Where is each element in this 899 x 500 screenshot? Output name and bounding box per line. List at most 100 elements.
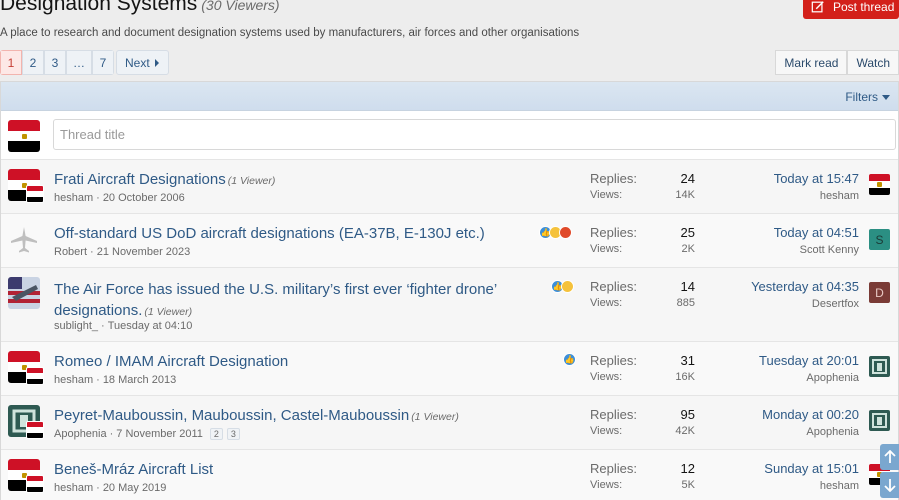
views-count: 14K bbox=[675, 189, 695, 201]
last-post-user[interactable]: Scott Kenny bbox=[774, 244, 859, 256]
post-thread-label: Post thread bbox=[833, 0, 895, 14]
post-thread-button[interactable]: Post thread bbox=[803, 0, 899, 19]
scroll-bottom-button[interactable] bbox=[880, 472, 899, 498]
last-poster-avatar[interactable]: D bbox=[869, 282, 890, 303]
views-label: Views: bbox=[590, 243, 623, 255]
thread-date[interactable]: Tuesday at 04:10 bbox=[108, 320, 193, 332]
page-links: 1 2 3 … 7 bbox=[0, 50, 114, 75]
last-post-time[interactable]: Today at 15:47 bbox=[774, 171, 859, 186]
thread-author[interactable]: hesham bbox=[54, 482, 93, 494]
last-post-time[interactable]: Today at 04:51 bbox=[774, 225, 859, 240]
last-poster-avatar[interactable] bbox=[869, 410, 890, 431]
thread-author[interactable]: Apophenia bbox=[54, 428, 107, 440]
aircraft-icon bbox=[8, 224, 40, 256]
last-post-time[interactable]: Yesterday at 04:35 bbox=[751, 279, 859, 294]
watch-button[interactable]: Watch bbox=[847, 50, 899, 75]
thread-title-input[interactable] bbox=[53, 119, 896, 150]
filters-label: Filters bbox=[845, 90, 878, 104]
last-post-user[interactable]: Desertfox bbox=[751, 298, 859, 310]
thread-date[interactable]: 20 October 2006 bbox=[103, 192, 185, 204]
page-link-7[interactable]: 7 bbox=[92, 50, 114, 75]
last-post-info: Yesterday at 04:35 Desertfox bbox=[751, 279, 859, 310]
thread-viewers: (1 Viewer) bbox=[227, 175, 276, 187]
views-label: Views: bbox=[590, 479, 623, 491]
thread-date[interactable]: 20 May 2019 bbox=[103, 482, 167, 494]
views-count: 42K bbox=[675, 425, 695, 437]
last-post-time[interactable]: Monday at 00:20 bbox=[762, 407, 859, 422]
last-post-time[interactable]: Tuesday at 20:01 bbox=[759, 353, 859, 368]
page-link-3[interactable]: 3 bbox=[44, 50, 66, 75]
table-row[interactable]: Beneš-Mráz Aircraft List hesham · 20 May 2… bbox=[1, 450, 898, 500]
thread-title-link[interactable]: Frati Aircraft Designations (1 Viewer) bbox=[54, 171, 275, 188]
reaction-summary[interactable]: 👍 bbox=[551, 280, 574, 293]
last-post-info: Today at 15:47 hesham bbox=[774, 171, 859, 202]
forum-title-text: Designation Systems bbox=[0, 0, 198, 15]
thread-title-link[interactable]: The Air Force has issued the U.S. milita… bbox=[54, 279, 497, 323]
views-label: Views: bbox=[590, 371, 623, 383]
thread-author[interactable]: hesham bbox=[54, 192, 93, 204]
last-post-user[interactable]: Apophenia bbox=[762, 426, 859, 438]
last-poster-avatar[interactable] bbox=[869, 174, 890, 195]
last-poster-mini-avatar bbox=[26, 185, 44, 203]
replies-count: 24 bbox=[680, 171, 695, 186]
last-post-user[interactable]: Apophenia bbox=[759, 372, 859, 384]
forum-actions: Mark read Watch bbox=[775, 50, 899, 75]
thread-title-link[interactable]: Peyret-Mauboussin, Mauboussin, Castel-Ma… bbox=[54, 407, 459, 424]
last-poster-avatar[interactable]: S bbox=[869, 229, 890, 250]
last-post-info: Monday at 00:20 Apophenia bbox=[762, 407, 859, 438]
replies-label: Replies: bbox=[590, 461, 637, 476]
thread-title: Beneš-Mráz Aircraft List bbox=[54, 461, 214, 478]
page-link-1[interactable]: 1 bbox=[0, 50, 22, 75]
table-row[interactable]: Romeo / IMAM Aircraft Designation hesham… bbox=[1, 342, 898, 396]
reaction-summary[interactable]: 👍 bbox=[539, 226, 572, 239]
thread-page-link[interactable]: 3 bbox=[226, 428, 240, 440]
last-post-user[interactable]: hesham bbox=[774, 190, 859, 202]
table-row[interactable]: Off-standard US DoD aircraft designation… bbox=[1, 214, 898, 268]
thread-title-link[interactable]: Romeo / IMAM Aircraft Designation bbox=[54, 353, 288, 370]
thread-meta: hesham · 20 October 2006 bbox=[54, 192, 185, 204]
page-link-2[interactable]: 2 bbox=[22, 50, 44, 75]
thread-author[interactable]: sublight_ bbox=[54, 320, 98, 332]
viewer-count: (30 Viewers) bbox=[201, 0, 280, 13]
views-count: 5K bbox=[681, 479, 695, 491]
mark-read-button[interactable]: Mark read bbox=[775, 50, 848, 75]
replies-label: Replies: bbox=[590, 225, 637, 240]
replies-count: 95 bbox=[680, 407, 695, 422]
thread-stats: Replies: 31 Views: 16K bbox=[590, 353, 695, 383]
thread-page-link[interactable]: 2 bbox=[209, 428, 223, 440]
last-poster-avatar[interactable] bbox=[869, 356, 890, 377]
last-poster-mini-avatar bbox=[26, 421, 44, 439]
thread-date[interactable]: 7 November 2011 bbox=[116, 428, 203, 440]
thread-stats: Replies: 12 Views: 5K bbox=[590, 461, 695, 491]
thread-title-link[interactable]: Off-standard US DoD aircraft designation… bbox=[54, 225, 485, 242]
last-post-user[interactable]: hesham bbox=[764, 480, 859, 492]
page-jump[interactable]: … bbox=[66, 50, 92, 75]
thread-stats: Replies: 14 Views: 885 bbox=[590, 279, 695, 309]
thread-date[interactable]: 21 November 2023 bbox=[97, 246, 191, 258]
last-poster-mini-avatar bbox=[26, 475, 44, 493]
views-count: 2K bbox=[681, 243, 695, 255]
thread-author[interactable]: hesham bbox=[54, 374, 93, 386]
thread-author[interactable]: Robert bbox=[54, 246, 87, 258]
scroll-top-button[interactable] bbox=[880, 444, 899, 470]
thread-date[interactable]: 18 March 2013 bbox=[103, 374, 176, 386]
last-post-time[interactable]: Sunday at 15:01 bbox=[764, 461, 859, 476]
thread-title: Frati Aircraft Designations bbox=[54, 171, 226, 188]
next-page-button[interactable]: Next bbox=[116, 50, 169, 75]
reaction-summary[interactable]: 👍 bbox=[563, 353, 576, 366]
replies-label: Replies: bbox=[590, 407, 637, 422]
avatar[interactable] bbox=[8, 277, 40, 309]
caret-down-icon bbox=[882, 94, 890, 100]
compose-icon bbox=[811, 0, 824, 12]
thread-stats: Replies: 25 Views: 2K bbox=[590, 225, 695, 255]
thread-title-link[interactable]: Beneš-Mráz Aircraft List bbox=[54, 461, 213, 478]
thread-title: Peyret-Mauboussin, Mauboussin, Castel-Ma… bbox=[54, 407, 410, 424]
filters-button[interactable]: Filters bbox=[845, 90, 890, 104]
table-row[interactable]: Peyret-Mauboussin, Mauboussin, Castel-Ma… bbox=[1, 396, 898, 450]
thread-stats: Replies: 95 Views: 42K bbox=[590, 407, 695, 437]
table-row[interactable]: The Air Force has issued the U.S. milita… bbox=[1, 268, 898, 342]
thread-meta: hesham · 18 March 2013 bbox=[54, 374, 177, 386]
thread-meta: sublight_ · Tuesday at 04:10 bbox=[54, 320, 193, 332]
table-row[interactable]: Frati Aircraft Designations (1 Viewer) he… bbox=[1, 160, 898, 214]
arrow-down-icon bbox=[883, 479, 896, 492]
